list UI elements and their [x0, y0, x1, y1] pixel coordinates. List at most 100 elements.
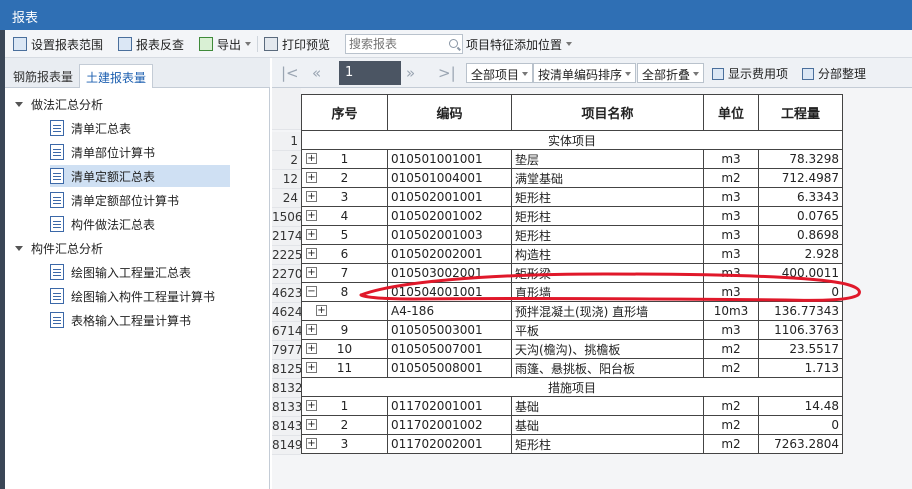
all-items-dropdown[interactable]: 全部项目 — [466, 63, 534, 83]
expand-plus-icon[interactable]: + — [306, 362, 317, 373]
table-row[interactable]: +5 010502001003 矩形柱 m3 0.8698 — [301, 225, 843, 245]
column-header-code: 编码 — [387, 94, 512, 131]
table-row[interactable]: +3 010502001001 矩形柱 m3 6.3343 — [301, 187, 843, 207]
set-report-range-button[interactable]: 设置报表范围 — [13, 35, 103, 53]
tree-item-label: 绘图输入构件工程量计算书 — [71, 289, 216, 304]
tree-item-label: 清单部位计算书 — [71, 145, 156, 160]
tree-group-component-summary[interactable]: 构件汇总分析 — [15, 237, 103, 259]
printer-icon — [264, 37, 278, 51]
report-tree-panel: 钢筋报表量 土建报表量 做法汇总分析 清单汇总表 清单部位计算书 清单定额汇总表… — [5, 58, 270, 489]
first-page-icon[interactable]: |< — [281, 64, 299, 82]
table-row[interactable]: +9 010505003001 平板 m3 1106.3763 — [301, 320, 843, 340]
cell-seq: +4 — [301, 206, 388, 226]
table-row[interactable]: +11 010505008001 雨篷、悬挑板、阳台板 m2 1.713 — [301, 358, 843, 378]
expand-plus-icon[interactable]: + — [306, 248, 317, 259]
section-title: 实体项目 — [301, 130, 843, 150]
next-page-icon[interactable]: » — [406, 64, 415, 82]
cell-quantity: 0.0765 — [758, 206, 843, 226]
cell-code: 010502002001 — [387, 244, 512, 264]
cell-name: 矩形梁 — [511, 263, 704, 283]
tree-item-drawing-input-summary[interactable]: 绘图输入工程量汇总表 — [50, 261, 250, 283]
tree-group-method-summary[interactable]: 做法汇总分析 — [15, 93, 103, 115]
show-cost-items-button[interactable]: 显示费用项 — [712, 65, 788, 82]
seq-value: 2 — [340, 171, 349, 185]
report-document-icon — [50, 216, 64, 232]
subsection-arrange-button[interactable]: 分部整理 — [802, 65, 866, 82]
tree-item-bill-quota-location-calc[interactable]: 清单定额部位计算书 — [50, 189, 230, 211]
page-number-field[interactable]: 1 — [339, 61, 401, 85]
expand-plus-icon[interactable]: + — [316, 305, 327, 316]
last-page-icon[interactable]: >| — [438, 64, 456, 82]
cell-seq: +1 — [301, 149, 388, 169]
cell-code: 011702001001 — [387, 396, 512, 416]
table-row[interactable]: + A4-186 预拌混凝土(现浇) 直形墙 10m3 136.77343 — [301, 301, 843, 321]
cell-unit: m2 — [703, 396, 759, 416]
seq-value: 3 — [340, 190, 349, 204]
row-number: 2 — [272, 151, 301, 170]
cell-name: 平板 — [511, 320, 704, 340]
seq-value: 1 — [340, 152, 349, 166]
tab-rebar-report[interactable]: 钢筋报表量 — [7, 64, 79, 88]
fold-dropdown[interactable]: 全部折叠 — [637, 63, 705, 83]
expand-plus-icon[interactable]: + — [306, 267, 317, 278]
row-number: 2174 — [272, 227, 303, 246]
cell-code: A4-186 — [387, 301, 512, 321]
tree-item-bill-location-calc[interactable]: 清单部位计算书 — [50, 141, 230, 163]
expand-plus-icon[interactable]: + — [306, 343, 317, 354]
search-box[interactable] — [345, 34, 463, 54]
cell-quantity: 2.928 — [758, 244, 843, 264]
table-row[interactable]: +2 010501004001 满堂基础 m2 712.4987 — [301, 168, 843, 188]
expand-plus-icon[interactable]: + — [306, 210, 317, 221]
expand-plus-icon[interactable]: + — [306, 324, 317, 335]
table-row[interactable]: +10 010505007001 天沟(檐沟)、挑檐板 m2 23.5517 — [301, 339, 843, 359]
expand-plus-icon[interactable]: + — [306, 229, 317, 240]
search-input[interactable] — [346, 35, 442, 53]
tree-item-table-input-calc[interactable]: 表格输入工程量计算书 — [50, 309, 250, 331]
feature-position-label: 项目特征添加位置 — [466, 37, 563, 52]
search-icon[interactable] — [449, 39, 458, 48]
table-row[interactable]: +1 011702001001 基础 m2 14.48 — [301, 396, 843, 416]
collapse-minus-icon[interactable]: − — [306, 286, 317, 297]
report-lookup-button[interactable]: 报表反查 — [118, 35, 184, 53]
cell-code: 010502001002 — [387, 206, 512, 226]
section-row[interactable]: 实体项目 — [301, 130, 843, 150]
collapse-arrow-icon[interactable] — [15, 245, 23, 251]
feature-position-dropdown[interactable]: 项目特征添加位置 — [466, 35, 573, 53]
expand-plus-icon[interactable]: + — [306, 172, 317, 183]
row-number: 2270 — [272, 265, 303, 284]
expand-plus-icon[interactable]: + — [306, 438, 317, 449]
cell-quantity: 1106.3763 — [758, 320, 843, 340]
report-type-tabs: 钢筋报表量 土建报表量 — [5, 58, 270, 88]
table-row[interactable]: +2 011702001002 基础 m2 0 — [301, 415, 843, 435]
seq-value: 3 — [340, 437, 349, 451]
cell-unit: 10m3 — [703, 301, 759, 321]
tree-item-bill-summary[interactable]: 清单汇总表 — [50, 117, 230, 139]
table-row[interactable]: +6 010502002001 构造柱 m3 2.928 — [301, 244, 843, 264]
cell-name: 预拌混凝土(现浇) 直形墙 — [511, 301, 704, 321]
print-preview-button[interactable]: 打印预览 — [264, 35, 330, 53]
expand-plus-icon[interactable]: + — [306, 419, 317, 430]
report-document-icon — [50, 264, 64, 280]
section-row[interactable]: 措施项目 — [301, 377, 843, 397]
table-row[interactable]: +3 011702002001 矩形柱 m2 7263.2804 — [301, 434, 843, 454]
tree-item-component-method-summary[interactable]: 构件做法汇总表 — [50, 213, 230, 235]
cell-name: 垫层 — [511, 149, 704, 169]
sort-dropdown[interactable]: 按清单编码排序 — [533, 63, 637, 83]
export-button[interactable]: 导出 — [199, 35, 252, 53]
tree-item-drawing-input-component-calc[interactable]: 绘图输入构件工程量计算书 — [50, 285, 260, 307]
expand-plus-icon[interactable]: + — [306, 191, 317, 202]
table-row[interactable]: +4 010502001002 矩形柱 m3 0.0765 — [301, 206, 843, 226]
table-row[interactable]: +7 010503002001 矩形梁 m3 400.0011 — [301, 263, 843, 283]
expand-plus-icon[interactable]: + — [306, 400, 317, 411]
table-row[interactable]: −8 010504001001 直形墙 m3 0 — [301, 282, 843, 302]
expand-plus-icon[interactable]: + — [306, 153, 317, 164]
cost-list-icon — [712, 67, 724, 80]
table-row[interactable]: +1 010501001001 垫层 m3 78.3298 — [301, 149, 843, 169]
collapse-arrow-icon[interactable] — [15, 101, 23, 107]
tab-civil-report[interactable]: 土建报表量 — [79, 64, 154, 88]
previous-page-icon[interactable]: « — [312, 64, 321, 82]
tree-item-bill-quota-summary[interactable]: 清单定额汇总表 — [50, 165, 230, 187]
cell-code: 010502001003 — [387, 225, 512, 245]
row-number: 7977 — [272, 341, 303, 360]
cell-code: 011702002001 — [387, 434, 512, 454]
